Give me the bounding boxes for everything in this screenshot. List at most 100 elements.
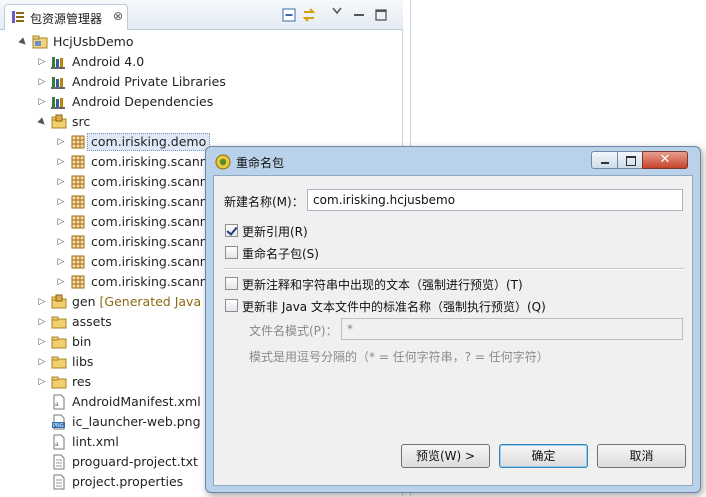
collapsed-arrow-icon[interactable]: ▷ [56,232,66,252]
new-name-label: 新建名称(M)： [224,195,304,209]
tree-item-name: project.properties [72,474,184,489]
package-icon [71,135,85,149]
view-tab-bar: 包资源管理器 ⊗ [0,0,403,30]
java-project-icon [32,35,48,49]
tree-item-label: com.irisking.scanne [91,254,215,270]
update-non-java-checkbox[interactable] [225,299,238,312]
tree-item-label: AndroidManifest.xml [72,394,201,410]
collapsed-arrow-icon[interactable]: ▷ [56,252,66,272]
collapsed-arrow-icon[interactable]: ▷ [37,292,47,312]
package-explorer-icon [12,11,24,23]
tree-item-label: HcjUsbDemo [53,34,133,50]
update-references-checkbox[interactable] [225,224,238,237]
ok-button[interactable]: 确定 [499,444,588,468]
package-icon [71,155,85,169]
collapsed-arrow-icon[interactable]: ▷ [56,152,66,172]
maximize-icon[interactable] [374,8,388,22]
file-pattern-label: 文件名模式(P)： [249,324,338,338]
tree-item-name: Android Dependencies [72,94,214,109]
folder-icon [51,376,67,389]
tree-item-name: HcjUsbDemo [53,34,134,49]
file-pattern-hint: 模式是用逗号分隔的（* = 任何字符串，? = 任何字符） [249,350,549,364]
update-non-java-label[interactable]: 更新非 Java 文本文件中的标准名称（强制执行预览）(Q) [242,298,546,315]
tree-item-name: src [72,114,91,129]
link-with-editor-icon[interactable] [302,8,316,22]
collapsed-arrow-icon[interactable]: ▷ [37,332,47,352]
dialog-titlebar[interactable]: 重命名包 ✕ [206,147,700,175]
close-icon: ✕ [659,152,671,167]
minimize-window-button[interactable] [591,151,618,169]
tree-item-label: com.irisking.scanne [91,214,215,230]
dialog-title: 重命名包 [236,156,285,170]
tree-item-label: com.irisking.scanne [91,194,215,210]
collapsed-arrow-icon[interactable]: ▷ [37,352,47,372]
tree-item-name: com.irisking.scanne [91,174,216,189]
tree-item-name: proguard-project.txt [72,454,198,469]
tree-item[interactable]: ▲ HcjUsbDemo [0,32,403,52]
tree-item-label: assets [72,314,112,330]
folder-icon [51,316,67,329]
package-icon [71,175,85,189]
collapse-all-icon[interactable] [282,8,296,22]
rename-subpackages-label[interactable]: 重命名子包(S) [242,245,319,262]
svg-text:PNG: PNG [53,423,64,429]
update-references-label[interactable]: 更新引用(R) [242,223,308,240]
source-folder-icon [51,294,67,309]
close-window-button[interactable]: ✕ [642,151,688,169]
tree-item-label: com.irisking.scanne [91,274,215,290]
tree-item-label: Android 4.0 [72,54,144,70]
expanded-arrow-icon[interactable]: ▲ [31,111,52,132]
tree-item[interactable]: ▷ Android Private Libraries [0,72,403,92]
maximize-window-button[interactable] [617,151,643,169]
collapsed-arrow-icon[interactable]: ▷ [56,132,66,152]
tree-item-label: ic_launcher-web.png [72,414,201,430]
file-pattern-input[interactable] [341,318,683,340]
minimize-icon[interactable] [352,8,366,22]
collapsed-arrow-icon[interactable]: ▷ [37,92,47,112]
package-icon [71,255,85,269]
package-icon [71,275,85,289]
new-name-input[interactable] [307,189,683,211]
tree-item[interactable]: ▷ Android Dependencies [0,92,403,112]
collapsed-arrow-icon[interactable]: ▷ [37,72,47,92]
tree-item-label: lint.xml [72,434,119,450]
tree-item[interactable]: ▲ src [0,112,403,132]
tree-item-name: com.irisking.demo [91,134,207,149]
rename-subpackages-checkbox[interactable] [225,246,238,259]
collapsed-arrow-icon[interactable]: ▷ [56,172,66,192]
expanded-arrow-icon[interactable]: ▲ [12,31,33,52]
collapsed-arrow-icon[interactable]: ▷ [56,212,66,232]
close-icon[interactable]: ⊗ [113,9,123,23]
collapsed-arrow-icon[interactable]: ▷ [37,312,47,332]
tree-item-name: lint.xml [72,434,119,449]
tree-item-name: libs [72,354,94,369]
collapsed-arrow-icon[interactable]: ▷ [37,52,47,72]
package-explorer-tab[interactable]: 包资源管理器 ⊗ [4,4,128,30]
tree-item-label: proguard-project.txt [72,454,198,470]
tree-item-label: Android Dependencies [72,94,213,110]
cancel-button[interactable]: 取消 [597,444,686,468]
collapsed-arrow-icon[interactable]: ▷ [37,372,47,392]
tree-item-name: Android 4.0 [72,54,145,69]
collapsed-arrow-icon[interactable]: ▷ [56,192,66,212]
xml-file-icon: a [53,394,65,410]
update-comments-checkbox[interactable] [225,277,238,290]
preview-button[interactable]: 预览(W) > [401,444,490,468]
tree-item-name: com.irisking.scanne [91,234,216,249]
tree-item-name: com.irisking.scanne [91,214,216,229]
collapsed-arrow-icon[interactable]: ▷ [56,272,66,292]
tree-item-label: bin [72,334,91,350]
tree-item-label: res [72,374,91,390]
tree-item[interactable]: ▷ Android 4.0 [0,52,403,72]
tree-item-name: com.irisking.scanne [91,194,216,209]
view-menu-icon[interactable] [332,6,342,16]
tree-item-name: AndroidManifest.xml [72,394,201,409]
tree-item-label: com.irisking.scanne [91,234,215,250]
tree-item-label: com.irisking.scanne [91,174,215,190]
svg-text:a: a [55,441,59,448]
tab-label: 包资源管理器 [30,12,103,26]
update-comments-label[interactable]: 更新注释和字符串中出现的文本（强制进行预览）(T) [242,276,523,293]
dialog-body: 新建名称(M)： 更新引用(R) 重命名子包(S) 更新注释和字符串中出现的文本… [213,175,693,486]
tree-item-name: bin [72,334,92,349]
text-file-icon [53,454,65,470]
